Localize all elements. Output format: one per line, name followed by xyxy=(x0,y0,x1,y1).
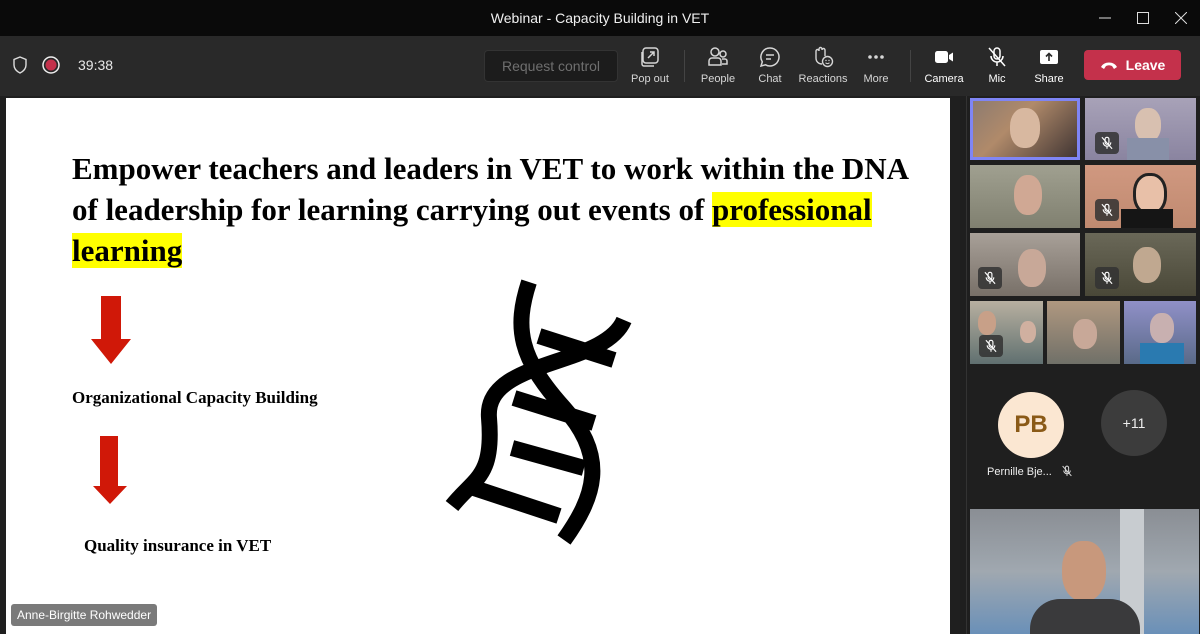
mic-off-icon xyxy=(1101,271,1113,285)
mic-label: Mic xyxy=(988,73,1006,85)
mic-off-icon xyxy=(985,339,997,353)
more-label: More xyxy=(863,73,889,85)
meeting-toolbar: 39:38 Request control Pop out People Cha… xyxy=(0,36,1200,96)
recording-icon xyxy=(42,56,60,74)
participant-gallery: PB Pernille Bje... +11 xyxy=(966,96,1200,634)
shared-screen: Empower teachers and leaders in VET to w… xyxy=(0,96,966,634)
mic-off-icon xyxy=(1101,203,1113,217)
reactions-label: Reactions xyxy=(798,73,848,85)
toolbar-divider xyxy=(684,50,685,82)
muted-badge xyxy=(978,267,1002,289)
people-button[interactable]: People xyxy=(688,46,748,90)
muted-badge xyxy=(1095,132,1119,154)
window-title: Webinar - Capacity Building in VET xyxy=(490,10,710,26)
toolbar-divider xyxy=(910,50,911,82)
video-tile[interactable] xyxy=(970,301,1043,364)
participant-name: Pernille Bje... xyxy=(987,466,1052,478)
muted-badge xyxy=(1095,267,1119,289)
video-tile[interactable] xyxy=(970,98,1080,160)
share-button[interactable]: Share xyxy=(1019,46,1079,90)
hang-up-icon xyxy=(1100,62,1117,69)
chat-label: Chat xyxy=(758,73,782,85)
video-tile[interactable] xyxy=(1085,165,1196,228)
title-bar: Webinar - Capacity Building in VET xyxy=(0,0,1200,36)
participant-face xyxy=(1135,108,1161,142)
presentation-slide: Empower teachers and leaders in VET to w… xyxy=(6,98,950,634)
video-tile[interactable] xyxy=(1085,233,1196,296)
video-tile[interactable] xyxy=(1047,301,1120,364)
participant-face xyxy=(1073,319,1097,349)
request-control-button[interactable]: Request control xyxy=(484,50,618,82)
slide-item-quality: Quality insurance in VET xyxy=(84,536,272,555)
presenter-name-tag: Anne-Birgitte Rohwedder xyxy=(11,604,158,626)
video-tile[interactable] xyxy=(970,165,1080,228)
participant-face xyxy=(1020,321,1036,343)
mic-off-icon xyxy=(1101,136,1113,150)
pop-out-button[interactable]: Pop out xyxy=(620,46,680,90)
participant-face xyxy=(978,311,996,335)
leave-button[interactable]: Leave xyxy=(1084,50,1181,80)
mic-button[interactable]: Mic xyxy=(967,46,1027,90)
maximize-button[interactable] xyxy=(1124,0,1162,36)
dna-helix-icon xyxy=(445,279,632,545)
slide-item-capacity: Organizational Capacity Building xyxy=(72,388,318,407)
chat-button[interactable]: Chat xyxy=(740,46,800,90)
reactions-icon xyxy=(815,46,834,68)
participant-face xyxy=(1014,175,1042,215)
video-tile[interactable] xyxy=(970,233,1080,296)
down-arrow-icon xyxy=(93,436,127,504)
camera-button[interactable]: Camera xyxy=(914,46,974,90)
muted-badge xyxy=(979,335,1003,357)
mic-off-icon xyxy=(984,271,996,285)
participant-body xyxy=(1121,209,1173,228)
pop-out-label: Pop out xyxy=(631,73,669,85)
participant-body xyxy=(1030,599,1140,634)
video-tile[interactable] xyxy=(1124,301,1196,364)
participant-face xyxy=(1018,249,1046,287)
participant-face xyxy=(1150,313,1174,343)
shield-icon[interactable] xyxy=(12,56,28,74)
minimize-button[interactable] xyxy=(1086,0,1124,36)
video-tile[interactable] xyxy=(970,509,1199,634)
pop-out-icon xyxy=(641,47,659,67)
participant-face xyxy=(1010,108,1040,148)
camera-label: Camera xyxy=(924,73,964,85)
participant-face xyxy=(1062,541,1106,601)
mic-off-icon xyxy=(1062,465,1072,477)
share-label: Share xyxy=(1034,73,1064,85)
people-label: People xyxy=(700,73,736,85)
maximize-icon xyxy=(1137,12,1149,24)
share-icon xyxy=(1040,50,1058,64)
meeting-timer: 39:38 xyxy=(78,57,114,73)
more-participants-button[interactable]: +11 xyxy=(1101,390,1167,456)
more-button[interactable]: More xyxy=(846,46,906,90)
participant-face xyxy=(1133,247,1161,283)
people-icon xyxy=(708,47,728,66)
camera-icon xyxy=(935,51,953,63)
slide-headline: Empower teachers and leaders in VET to w… xyxy=(72,148,932,271)
minimize-icon xyxy=(1099,17,1111,19)
video-tile[interactable] xyxy=(1085,98,1196,160)
participant-body xyxy=(1140,343,1184,364)
leave-label: Leave xyxy=(1125,57,1166,73)
more-icon xyxy=(868,55,884,59)
close-icon xyxy=(1175,12,1187,24)
participant-body xyxy=(1127,138,1169,160)
chat-icon xyxy=(759,47,780,68)
muted-badge xyxy=(1095,199,1119,221)
mic-off-icon xyxy=(988,47,1006,67)
down-arrow-icon xyxy=(91,296,131,364)
avatar[interactable]: PB xyxy=(998,392,1064,458)
reactions-button[interactable]: Reactions xyxy=(793,46,853,90)
close-button[interactable] xyxy=(1162,0,1200,36)
